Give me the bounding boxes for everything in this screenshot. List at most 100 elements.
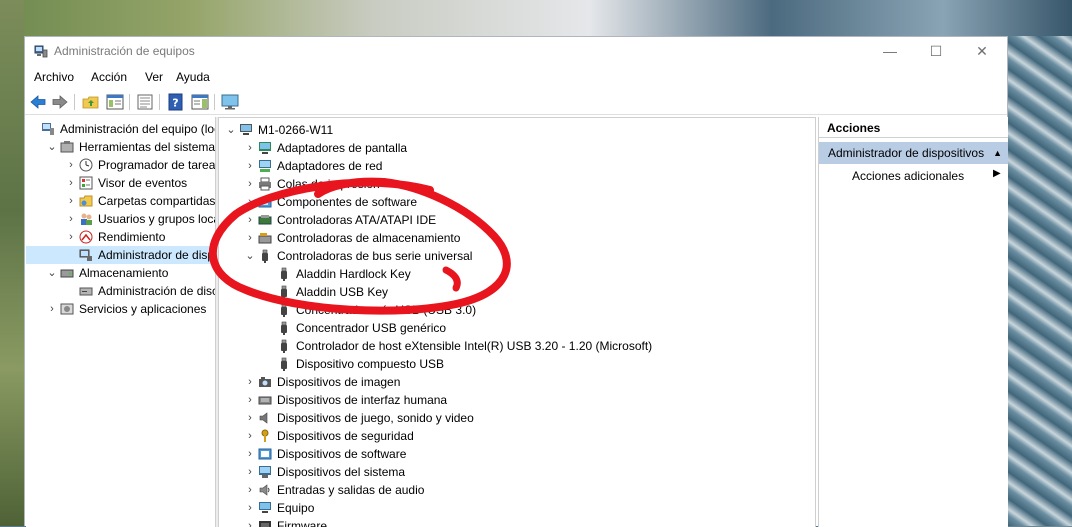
console-tree-item[interactable]: › Servicios y aplicaciones: [26, 300, 215, 318]
device-tree-item[interactable]: Controlador de host eXtensible Intel(R) …: [219, 337, 815, 355]
device-tree-item-label: Aladdin USB Key: [296, 285, 389, 299]
device-tree-item[interactable]: Concentrador raíz USB (USB 3.0): [219, 301, 815, 319]
close-button[interactable]: ✕: [959, 37, 1005, 65]
device-tree-item[interactable]: › Controladoras de almacenamiento: [219, 229, 815, 247]
collapse-up-icon[interactable]: ▲: [993, 142, 1002, 164]
device-tree-item[interactable]: › Dispositivos de software: [219, 445, 815, 463]
expand-chevron-icon[interactable]: ›: [244, 211, 256, 229]
console-tree-item[interactable]: Administración del equipo (local): [26, 120, 215, 138]
device-tree-item[interactable]: › Dispositivos de seguridad: [219, 427, 815, 445]
console-tree-item-label: Servicios y aplicaciones: [79, 302, 207, 316]
submenu-arrow-icon[interactable]: ▶: [993, 168, 1001, 179]
up-folder-icon[interactable]: [81, 93, 101, 111]
device-tree-item[interactable]: › Componentes de software: [219, 193, 815, 211]
expand-chevron-icon[interactable]: ›: [65, 228, 77, 246]
expand-chevron-icon[interactable]: ›: [65, 156, 77, 174]
actions-section-device-manager[interactable]: Administrador de dispositivos ▲: [819, 142, 1008, 164]
expand-chevron-icon[interactable]: ›: [244, 481, 256, 499]
expand-chevron-icon[interactable]: ›: [244, 427, 256, 445]
device-tree-item[interactable]: › Dispositivos de interfaz humana: [219, 391, 815, 409]
expand-chevron-icon[interactable]: ›: [244, 409, 256, 427]
console-tree-pane[interactable]: Administración del equipo (local)⌄Herram…: [26, 117, 216, 527]
no-expander: [263, 355, 275, 373]
device-tree-item-label: Dispositivos de imagen: [277, 375, 401, 389]
console-tree-item[interactable]: ⌄ Herramientas del sistema: [26, 138, 215, 156]
device-tree-item[interactable]: › Equipo: [219, 499, 815, 517]
expand-chevron-icon[interactable]: ›: [244, 157, 256, 175]
show-hide-tree-icon[interactable]: [105, 93, 125, 111]
console-tree-item[interactable]: Administración de discos: [26, 282, 215, 300]
console-tree-item[interactable]: › Carpetas compartidas: [26, 192, 215, 210]
expand-chevron-icon[interactable]: ›: [244, 139, 256, 157]
more-actions-link[interactable]: Acciones adicionales: [852, 169, 964, 183]
collapse-chevron-icon[interactable]: ⌄: [46, 138, 58, 156]
expand-chevron-icon[interactable]: ›: [244, 193, 256, 211]
collapse-chevron-icon[interactable]: ⌄: [225, 121, 237, 139]
menu-archivo[interactable]: Archivo: [34, 70, 74, 84]
expand-chevron-icon[interactable]: ›: [244, 499, 256, 517]
console-tree-item[interactable]: Administrador de dispositivos: [26, 246, 215, 264]
minimize-button[interactable]: —: [867, 37, 913, 65]
device-tree-item[interactable]: › Dispositivos de juego, sonido y video: [219, 409, 815, 427]
console-tree-item[interactable]: › Visor de eventos: [26, 174, 215, 192]
help-icon[interactable]: ?: [166, 93, 186, 111]
device-tree-item[interactable]: › Adaptadores de pantalla: [219, 139, 815, 157]
action-pane-icon[interactable]: [190, 93, 210, 111]
device-tree-item[interactable]: › Dispositivos de imagen: [219, 373, 815, 391]
expand-chevron-icon[interactable]: ›: [244, 463, 256, 481]
device-tree-item[interactable]: Aladdin USB Key: [219, 283, 815, 301]
device-tree-item-label: Adaptadores de red: [277, 159, 383, 173]
expand-chevron-icon[interactable]: ›: [244, 445, 256, 463]
expand-chevron-icon[interactable]: ›: [244, 175, 256, 193]
expand-chevron-icon[interactable]: ›: [46, 300, 58, 318]
actions-pane: Acciones Administrador de dispositivos ▲…: [818, 117, 1008, 527]
menu-ayuda[interactable]: Ayuda: [176, 70, 210, 84]
device-tree-item[interactable]: Aladdin Hardlock Key: [219, 265, 815, 283]
console-tree-item[interactable]: ⌄ Almacenamiento: [26, 264, 215, 282]
console-tree-item[interactable]: › Rendimiento: [26, 228, 215, 246]
device-tree-pane[interactable]: ⌄ M1-0266-W11 › Adaptadores de pantalla › Ada…: [218, 117, 816, 527]
display-adapter-icon: [259, 142, 271, 154]
device-tree-item[interactable]: › Entradas y salidas de audio: [219, 481, 815, 499]
system-device-icon: [259, 466, 271, 478]
device-tree-item[interactable]: › Adaptadores de red: [219, 157, 815, 175]
console-tree-item-label: Almacenamiento: [79, 266, 169, 280]
expand-chevron-icon[interactable]: ›: [65, 210, 77, 228]
device-tree-item-label: Concentrador raíz USB (USB 3.0): [296, 303, 477, 317]
device-tree-item[interactable]: › Dispositivos del sistema: [219, 463, 815, 481]
usb-icon: [281, 267, 287, 281]
expand-chevron-icon[interactable]: ›: [65, 192, 77, 210]
back-arrow-icon[interactable]: [28, 93, 48, 111]
usb-icon: [281, 357, 287, 371]
expand-chevron-icon[interactable]: ›: [244, 391, 256, 409]
collapse-chevron-icon[interactable]: ⌄: [46, 264, 58, 282]
device-tree-item-label: Equipo: [277, 501, 315, 515]
console-tree-item[interactable]: › Programador de tareas: [26, 156, 215, 174]
device-tree-item[interactable]: Dispositivo compuesto USB: [219, 355, 815, 373]
expand-chevron-icon[interactable]: ›: [244, 373, 256, 391]
device-tree-item[interactable]: › Controladoras ATA/ATAPI IDE: [219, 211, 815, 229]
monitor-icon[interactable]: [220, 93, 240, 111]
forward-arrow-icon[interactable]: [50, 93, 70, 111]
device-tree-item[interactable]: ⌄ M1-0266-W11: [219, 121, 815, 139]
device-tree-item-label: Controlador de host eXtensible Intel(R) …: [296, 339, 653, 353]
collapse-chevron-icon[interactable]: ⌄: [244, 247, 256, 265]
properties-icon[interactable]: [135, 93, 155, 111]
tools-icon: [60, 141, 74, 153]
expand-chevron-icon[interactable]: ›: [244, 229, 256, 247]
device-tree-item[interactable]: ⌄ Controladoras de bus serie universal: [219, 247, 815, 265]
disk-icon: [79, 287, 93, 296]
toolbar-separator: [74, 94, 75, 110]
device-tree-item[interactable]: › Colas de impresión: [219, 175, 815, 193]
menu-accion[interactable]: Acción: [91, 70, 127, 84]
device-tree-item[interactable]: Concentrador USB genérico: [219, 319, 815, 337]
menu-ver[interactable]: Ver: [145, 70, 163, 84]
device-tree-item-label: Colas de impresión: [277, 177, 380, 191]
expand-chevron-icon[interactable]: ›: [65, 174, 77, 192]
device-tree-item-label: Aladdin Hardlock Key: [296, 267, 411, 281]
title-bar[interactable]: Administración de equipos — ☐ ✕: [25, 37, 1007, 65]
maximize-button[interactable]: ☐: [913, 37, 959, 65]
console-tree-item[interactable]: › Usuarios y grupos locales: [26, 210, 215, 228]
storage-icon: [60, 269, 74, 278]
toolbar-separator: [159, 94, 160, 110]
